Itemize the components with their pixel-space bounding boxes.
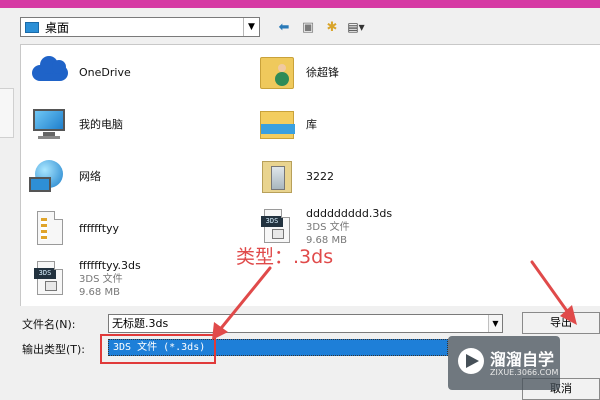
- list-item-computer[interactable]: 我的电脑: [29, 105, 123, 145]
- item-name: 徐超锋: [306, 66, 339, 79]
- item-name: 库: [306, 118, 317, 131]
- up-folder-icon[interactable]: ▣: [299, 19, 317, 35]
- filename-label: 文件名(N):: [22, 318, 76, 331]
- watermark-logo-icon: [458, 348, 484, 374]
- item-size: 9.68 MB: [79, 287, 120, 298]
- chevron-down-icon[interactable]: ▼: [488, 315, 502, 332]
- 3ds-file-icon: 3DS: [256, 207, 296, 247]
- annotation-highlight-box: [100, 334, 216, 364]
- list-item-ddddddddd-3ds[interactable]: 3DS ddddddddd.3ds 3DS 文件 9.68 MB: [256, 207, 392, 247]
- new-folder-icon[interactable]: ✱: [323, 19, 341, 35]
- onedrive-icon: [29, 53, 69, 93]
- list-item-network[interactable]: 网络: [29, 157, 101, 197]
- user-folder-icon: [256, 53, 296, 93]
- item-name: fffffftyy.3ds: [79, 259, 141, 272]
- filename-value: 无标题.3ds: [112, 317, 169, 330]
- lookin-row: 桌面 ▼ ⬅ ▣ ✱ ▤▾: [0, 8, 600, 44]
- watermark-title: 溜溜自学: [490, 350, 555, 369]
- item-name: OneDrive: [79, 66, 131, 79]
- zip-file-icon: [29, 209, 69, 249]
- savetype-label: 输出类型(T):: [22, 343, 86, 356]
- item-name: ddddddddd.3ds: [306, 207, 393, 220]
- list-item-library[interactable]: 库: [256, 105, 317, 145]
- view-menu-icon[interactable]: ▤▾: [347, 19, 365, 35]
- chevron-down-icon[interactable]: ▼: [243, 18, 259, 36]
- watermark-url: ZIXUE.3066.COM: [490, 368, 559, 377]
- item-name: 我的电脑: [79, 118, 123, 131]
- toolbar: ⬅ ▣ ✱ ▤▾: [275, 19, 365, 35]
- back-arrow-icon[interactable]: ⬅: [275, 19, 293, 35]
- network-icon: [29, 157, 69, 197]
- image-folder-icon: [256, 157, 296, 197]
- filename-input[interactable]: 无标题.3ds ▼: [108, 314, 503, 333]
- lookin-dropdown[interactable]: 桌面 ▼: [20, 17, 260, 37]
- item-name: fffffftyy: [79, 222, 120, 235]
- list-item-fffffftyy-3ds[interactable]: 3DS fffffftyy.3ds 3DS 文件 9.68 MB: [29, 259, 141, 299]
- item-type: 3DS 文件: [306, 222, 350, 233]
- 3ds-file-icon: 3DS: [29, 259, 69, 299]
- annotation-label: 类型：.3ds: [236, 246, 334, 268]
- computer-icon: [29, 105, 69, 145]
- window-titlebar: [0, 0, 600, 8]
- list-item-onedrive[interactable]: OneDrive: [29, 53, 131, 93]
- item-name: 3222: [306, 170, 334, 183]
- export-button[interactable]: 导出: [522, 312, 600, 334]
- library-icon: [256, 105, 296, 145]
- watermark: 溜溜自学 ZIXUE.3066.COM: [448, 336, 560, 390]
- item-type: 3DS 文件: [79, 274, 123, 285]
- list-item-user[interactable]: 徐超锋: [256, 53, 339, 93]
- list-item-3222[interactable]: 3222: [256, 157, 334, 197]
- left-pane-strip: [0, 88, 14, 138]
- desktop-folder-icon: [25, 21, 39, 33]
- list-item-fffffftyy[interactable]: fffffftyy: [29, 209, 119, 249]
- item-name: 网络: [79, 170, 101, 183]
- lookin-value: 桌面: [45, 20, 70, 35]
